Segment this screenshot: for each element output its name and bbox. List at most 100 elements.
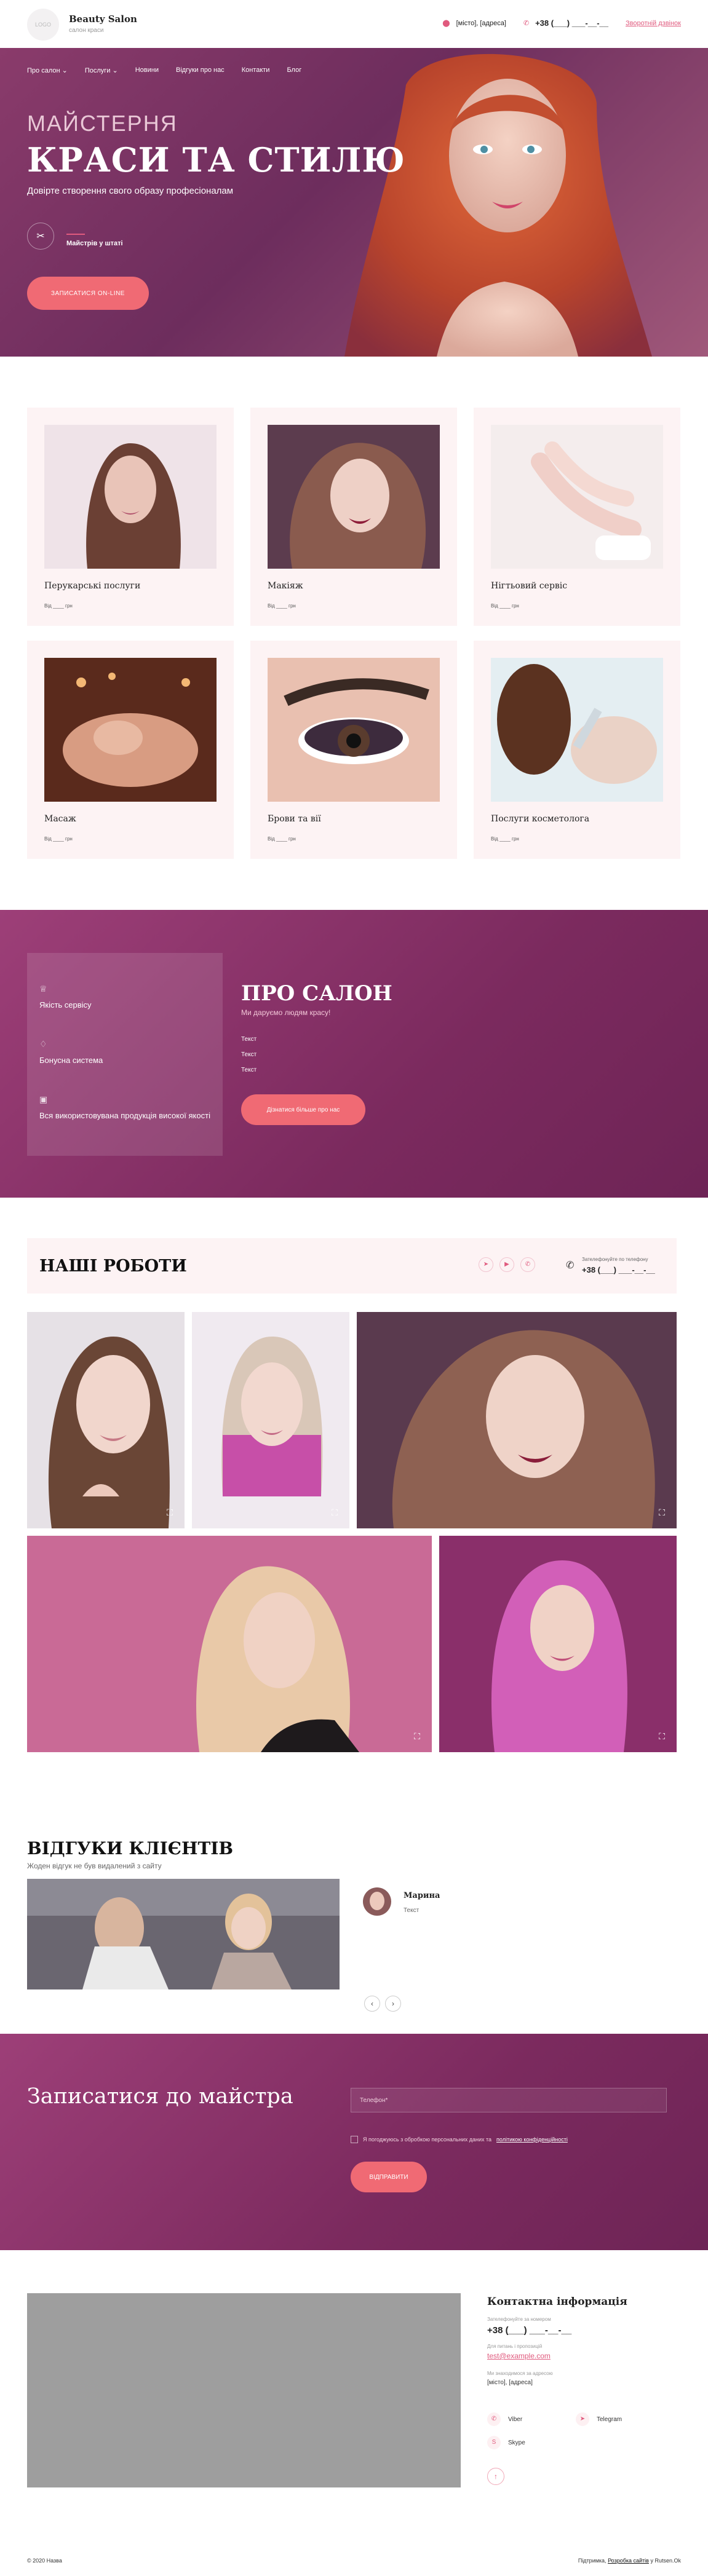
- service-photo: [491, 658, 663, 802]
- feature-item: ▣ Вся використовувана продукція високої …: [39, 1094, 210, 1120]
- reviewer-avatar: [363, 1887, 391, 1916]
- social-links: ➤ ▶ ✆: [479, 1257, 535, 1272]
- service-name: Макіяж: [268, 581, 303, 591]
- expand-icon[interactable]: ⛶: [328, 1507, 341, 1520]
- callback-link[interactable]: Зворотній дзвінок: [626, 20, 681, 27]
- service-photo: [491, 425, 663, 569]
- nav-item-contacts[interactable]: Контакти: [242, 66, 270, 74]
- service-price: Від ____ грн: [44, 603, 73, 609]
- service-card[interactable]: Перукарські послуги Від ____ грн: [27, 408, 234, 626]
- gallery-item[interactable]: ⛶: [357, 1312, 677, 1528]
- dev-link[interactable]: Розробка сайтів: [608, 2558, 649, 2564]
- submit-button[interactable]: ВІДПРАВИТИ: [351, 2162, 427, 2192]
- about-title: ПРО САЛОН: [241, 981, 392, 1006]
- expand-icon[interactable]: ⛶: [656, 1507, 668, 1520]
- signup-title: Записатися до майстра: [27, 2084, 293, 2109]
- skype-icon: S: [487, 2436, 501, 2449]
- masters-icon: ✂: [27, 223, 54, 250]
- telegram-link[interactable]: ➤ Telegram: [576, 2412, 622, 2426]
- service-price: Від ____ грн: [491, 603, 519, 609]
- service-card[interactable]: Масаж Від ____ грн: [27, 641, 234, 859]
- bonus-icon: ♢: [39, 1039, 47, 1049]
- hero-title: КРАСИ ТА СТИЛЮ: [27, 140, 405, 180]
- service-card[interactable]: Нігтьовий сервіс Від ____ грн: [474, 408, 680, 626]
- privacy-policy-link[interactable]: політикою конфіденційності: [496, 2136, 568, 2143]
- feature-item: ♕ Якість сервісу: [39, 984, 92, 1009]
- services-section: Перукарські послуги Від ____ грн Макіяж …: [0, 357, 708, 910]
- viber-link[interactable]: ✆ Viber: [487, 2412, 522, 2426]
- next-arrow-icon[interactable]: ›: [385, 1996, 401, 2012]
- about-text: Текст: [241, 1051, 257, 1058]
- telegram-icon[interactable]: ➤: [479, 1257, 493, 1272]
- hero-section: Про салон ⌄ Послуги ⌄ Новини Відгуки про…: [0, 48, 708, 357]
- gallery-item[interactable]: ⛶: [439, 1536, 677, 1752]
- service-name: Перукарські послуги: [44, 581, 141, 591]
- gallery-item[interactable]: ⛶: [27, 1312, 185, 1528]
- service-card[interactable]: Макіяж Від ____ грн: [250, 408, 457, 626]
- service-price: Від ____ грн: [268, 836, 296, 842]
- address-label: Ми знаходимося за адресою: [487, 2371, 553, 2376]
- review-photo: [27, 1879, 340, 1989]
- service-card[interactable]: Послуги косметолога Від ____ грн: [474, 641, 680, 859]
- youtube-icon[interactable]: ▶: [499, 1257, 514, 1272]
- nav-item-about[interactable]: Про салон ⌄: [27, 66, 68, 74]
- book-online-button[interactable]: ЗАПИСАТИСЯ ON-LINE: [27, 277, 149, 310]
- feature-item: ♢ Бонусна система: [39, 1039, 103, 1065]
- service-photo: [268, 658, 440, 802]
- consent-checkbox[interactable]: [351, 2136, 358, 2143]
- nav-item-blog[interactable]: Блог: [287, 66, 301, 74]
- service-name: Послуги косметолога: [491, 814, 590, 824]
- scroll-top-icon[interactable]: ↑: [487, 2468, 504, 2485]
- hero-pre-title: МАЙСТЕРНЯ: [27, 111, 178, 136]
- reviews-subtitle: Жоден відгук не був видалений з сайту: [27, 1862, 162, 1870]
- contacts-address: [місто], [адреса]: [487, 2379, 533, 2386]
- gallery-item[interactable]: ⛶: [192, 1312, 349, 1528]
- service-photo: [44, 658, 217, 802]
- header-phone[interactable]: +38 (___) ___-__-__: [535, 18, 608, 28]
- expand-icon[interactable]: ⛶: [656, 1731, 668, 1744]
- location-pin-icon: ⬤: [442, 20, 450, 27]
- phone-label: Зателефонуйте за номером: [487, 2317, 551, 2322]
- signup-section: Записатися до майстра Я погоджуюсь з обр…: [0, 2034, 708, 2250]
- service-price: Від ____ грн: [491, 836, 519, 842]
- contacts-title: Контактна інформація: [487, 2296, 627, 2308]
- chevron-down-icon: ⌄: [112, 67, 118, 74]
- viber-icon: ✆: [487, 2412, 501, 2426]
- learn-more-button[interactable]: Дізнатися більше про нас: [241, 1094, 365, 1125]
- about-text: Текст: [241, 1036, 257, 1043]
- service-name: Нігтьовий сервіс: [491, 581, 568, 591]
- nav-item-news[interactable]: Новини: [135, 66, 159, 74]
- map-placeholder[interactable]: [27, 2293, 461, 2487]
- contacts-email[interactable]: test@example.com: [487, 2352, 551, 2360]
- phone-icon: ✆: [523, 20, 530, 27]
- review-text: Текст: [404, 1907, 420, 1914]
- brand-subtitle: салон краси: [69, 27, 104, 34]
- copyright: © 2020 Назва: [27, 2558, 62, 2564]
- email-label: Для питань і пропозицій: [487, 2344, 543, 2349]
- expand-icon[interactable]: ⛶: [411, 1731, 423, 1744]
- whatsapp-icon[interactable]: ✆: [520, 1257, 535, 1272]
- gallery-item[interactable]: ⛶: [27, 1536, 432, 1752]
- works-phone[interactable]: +38 (___) ___-__-__: [582, 1265, 655, 1274]
- chevron-down-icon: ⌄: [62, 67, 68, 74]
- features-card: ♕ Якість сервісу ♢ Бонусна система ▣ Вся…: [27, 953, 223, 1156]
- phone-input[interactable]: [351, 2088, 667, 2112]
- about-section: ♕ Якість сервісу ♢ Бонусна система ▣ Вся…: [0, 910, 708, 1198]
- reviewer-name: Марина: [404, 1891, 440, 1900]
- works-phone-label: Зателефонуйте по телефону: [582, 1257, 648, 1262]
- consent-checkbox-row: Я погоджуюсь з обробкою персональних дан…: [351, 2136, 568, 2143]
- prev-arrow-icon[interactable]: ‹: [364, 1996, 380, 2012]
- logo[interactable]: LOGO: [27, 9, 59, 41]
- reviews-title: ВІДГУКИ КЛІЄНТІВ: [27, 1838, 234, 1859]
- contacts-phone[interactable]: +38 (___) ___-__-__: [487, 2325, 571, 2336]
- hero-model-image: [344, 53, 652, 357]
- service-card[interactable]: Брови та вії Від ____ грн: [250, 641, 457, 859]
- nav-item-services[interactable]: Послуги ⌄: [85, 66, 118, 74]
- skype-link[interactable]: S Skype: [487, 2436, 525, 2449]
- main-nav: Про салон ⌄ Послуги ⌄ Новини Відгуки про…: [27, 66, 301, 74]
- header-address: [місто], [адреса]: [456, 19, 506, 27]
- service-photo: [44, 425, 217, 569]
- site-header: LOGO Beauty Salon салон краси ⬤ [місто],…: [0, 0, 708, 48]
- expand-icon[interactable]: ⛶: [164, 1507, 176, 1520]
- nav-item-reviews[interactable]: Відгуки про нас: [176, 66, 225, 74]
